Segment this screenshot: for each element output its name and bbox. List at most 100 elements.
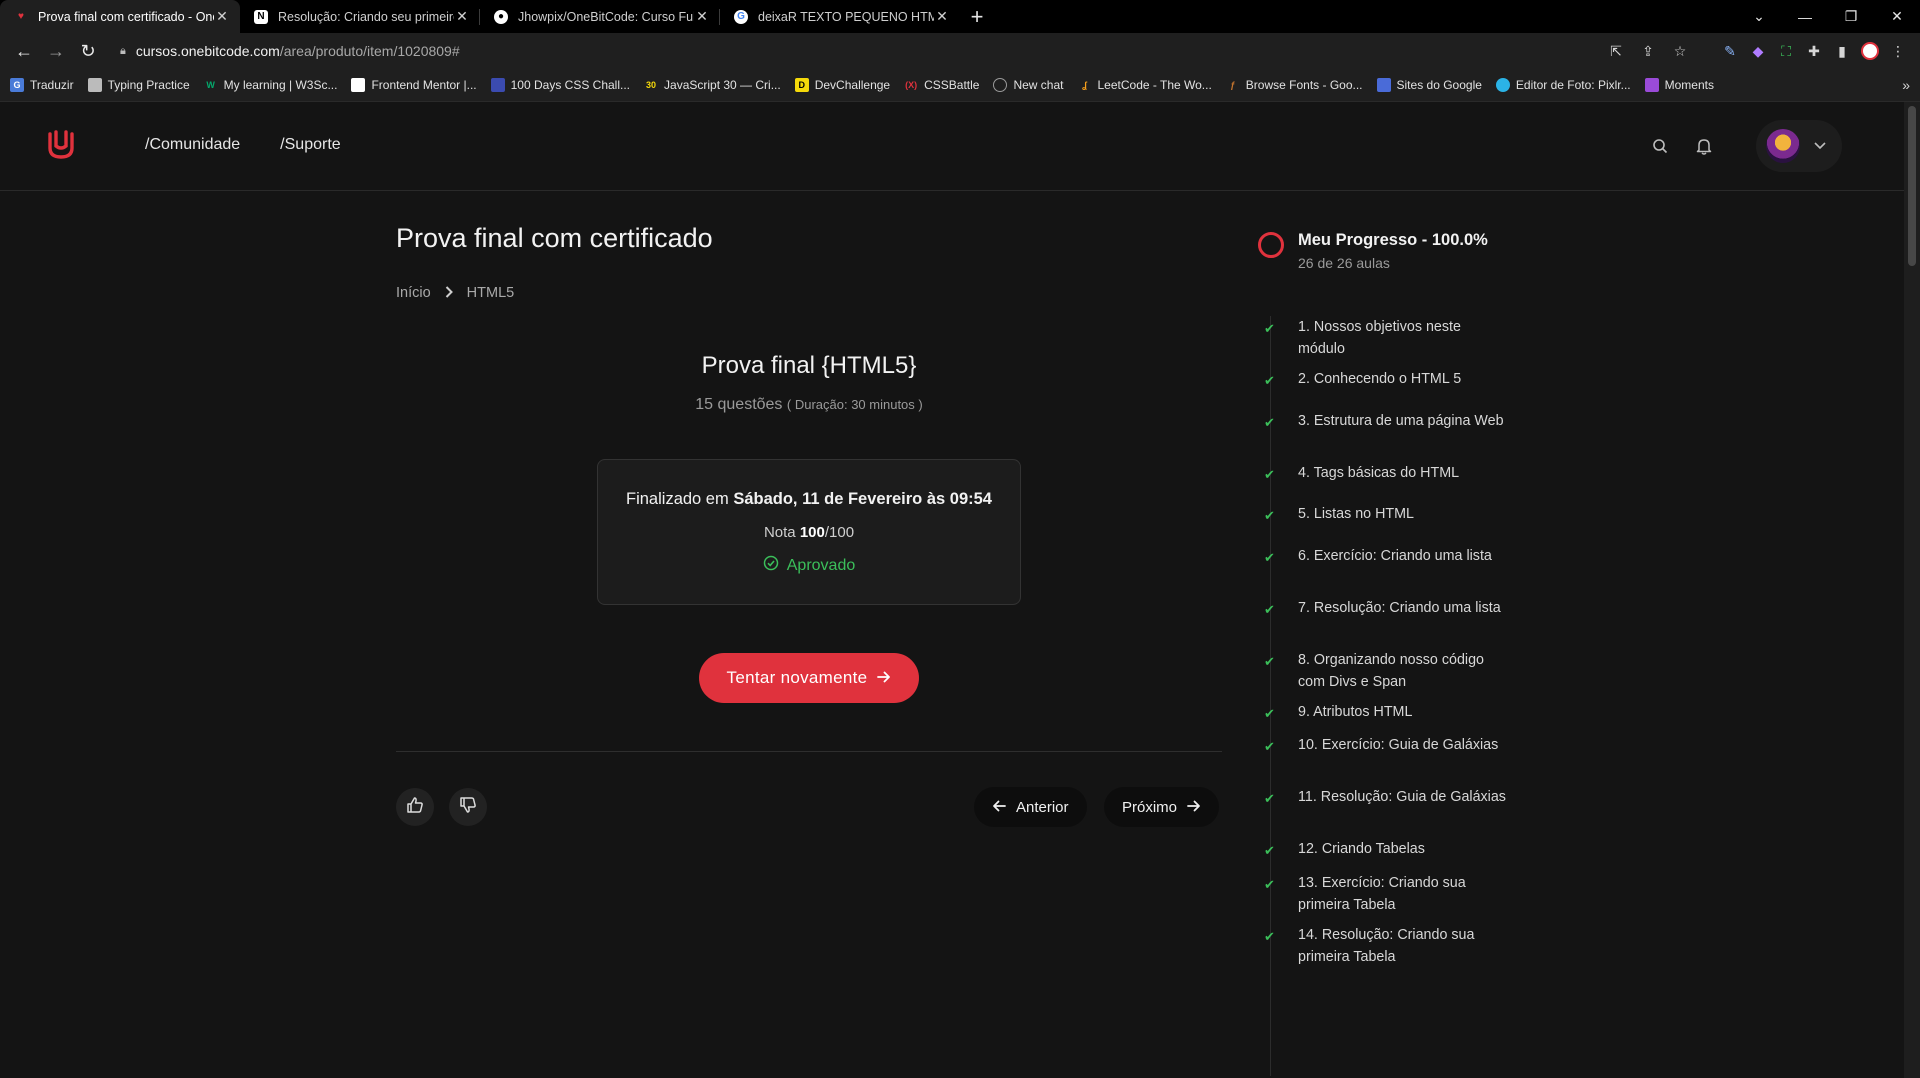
like-button[interactable] <box>396 788 434 826</box>
pen-extension-icon[interactable]: ✎ <box>1716 37 1744 65</box>
forward-icon[interactable]: → <box>40 36 72 66</box>
close-tab-icon[interactable]: ✕ <box>214 8 230 25</box>
bookmark-item[interactable]: D DevChallenge <box>794 78 890 92</box>
side-panel-icon[interactable]: ▮ <box>1828 37 1856 65</box>
list-item[interactable]: ✔ 14. Resolução: Criando sua primeira Tab… <box>1258 925 1518 968</box>
previous-button[interactable]: Anterior <box>974 787 1087 827</box>
list-item[interactable]: ✔ 6. Exercício: Criando uma lista <box>1258 546 1518 568</box>
list-item[interactable]: ✔ 13. Exercício: Criando sua primeira Tab… <box>1258 873 1518 916</box>
nav-suporte[interactable]: /Suporte <box>280 136 340 154</box>
check-icon: ✔ <box>1264 550 1275 565</box>
chatgpt-icon <box>993 78 1008 92</box>
next-button[interactable]: Próximo <box>1104 787 1220 827</box>
screenshot-extension-icon[interactable]: ⛶ <box>1772 37 1800 65</box>
browser-tab[interactable]: G deixaR TEXTO PEQUENO HTML - ✕ <box>720 0 960 33</box>
search-icon[interactable] <box>1648 134 1672 158</box>
breadcrumb-inicio[interactable]: Início <box>396 285 431 301</box>
list-item[interactable]: ✔ 10. Exercício: Guia de Galáxias <box>1258 735 1518 757</box>
check-icon: ✔ <box>1264 321 1275 336</box>
bookmark-item[interactable]: ʆ LeetCode - The Wo... <box>1078 78 1212 92</box>
leetcode-icon: ʆ <box>1082 80 1087 90</box>
list-item[interactable]: ✔ 2. Conhecendo o HTML 5 <box>1258 369 1518 391</box>
purple-extension-icon[interactable]: ◆ <box>1744 37 1772 65</box>
bookmark-item[interactable]: (X) CSSBattle <box>904 78 979 92</box>
list-item[interactable]: ✔ 9. Atributos HTML <box>1258 702 1518 724</box>
close-window-icon[interactable]: ✕ <box>1874 0 1920 33</box>
breadcrumb-html5[interactable]: HTML5 <box>467 285 515 301</box>
bookmark-label: LeetCode - The Wo... <box>1097 78 1212 92</box>
new-tab-button[interactable]: + <box>960 0 994 33</box>
profile-avatar-icon[interactable] <box>1856 37 1884 65</box>
progress-summary: Meu Progresso - 100.0% 26 de 26 aulas <box>1258 231 1488 271</box>
onebitcode-logo-icon[interactable] <box>46 128 76 160</box>
lesson-title: 4. Tags básicas do HTML <box>1298 465 1460 481</box>
list-item[interactable]: ✔ 7. Resolução: Criando uma lista <box>1258 598 1518 620</box>
bookmark-item[interactable]: Editor de Foto: Pixlr... <box>1495 78 1631 92</box>
browser-tabstrip: ♥ Prova final com certificado - One ✕ N … <box>0 0 1920 33</box>
lock-icon[interactable]: 🔒︎ <box>120 45 126 58</box>
url-host: cursos.onebitcode.com <box>135 43 280 59</box>
list-item[interactable]: ✔ 8. Organizando nosso código com Divs e … <box>1258 650 1518 693</box>
share-icon[interactable]: ⇪ <box>1634 37 1662 65</box>
bookmark-label: Typing Practice <box>107 78 190 92</box>
lesson-title: 1. Nossos objetivos neste módulo <box>1298 319 1461 357</box>
bookmark-item[interactable]: W My learning | W3Sc... <box>204 78 337 92</box>
bookmarks-overflow-button[interactable]: » <box>1902 77 1910 93</box>
reload-icon[interactable]: ↻ <box>72 36 104 66</box>
bookmark-label: Sites do Google <box>1396 78 1482 92</box>
list-item[interactable]: ✔ 1. Nossos objetivos neste módulo <box>1258 317 1518 360</box>
nav-comunidade[interactable]: /Comunidade <box>145 136 240 154</box>
bookmark-item[interactable]: 100 Days CSS Chall... <box>490 78 630 92</box>
status-badge: Aprovado <box>598 555 1020 576</box>
minimize-icon[interactable]: — <box>1782 0 1828 33</box>
next-label: Próximo <box>1122 798 1178 816</box>
close-tab-icon[interactable]: ✕ <box>454 8 470 25</box>
bookmark-item[interactable]: New chat <box>993 78 1064 92</box>
list-item[interactable]: ✔ 12. Criando Tabelas <box>1258 839 1518 861</box>
lesson-title: 13. Exercício: Criando sua primeira Tabe… <box>1298 875 1466 913</box>
list-item[interactable]: ✔ 3. Estrutura de uma página Web <box>1258 411 1518 433</box>
list-item[interactable]: ✔ 4. Tags básicas do HTML <box>1258 463 1518 485</box>
bookmark-item[interactable]: Frontend Mentor |... <box>351 78 477 92</box>
notion-favicon-icon: N <box>254 9 268 24</box>
page-scrollbar[interactable] <box>1904 102 1920 1078</box>
list-item[interactable]: ✔ 5. Listas no HTML <box>1258 504 1518 526</box>
user-menu-button[interactable] <box>1756 120 1842 172</box>
javascript30-icon: 30 <box>646 80 657 90</box>
address-bar[interactable]: 🔒︎ cursos.onebitcode.com/area/produto/it… <box>110 36 1704 66</box>
breadcrumb: Início HTML5 <box>396 285 514 301</box>
extensions-puzzle-icon[interactable]: ✚ <box>1800 37 1828 65</box>
browser-tab[interactable]: N Resolução: Criando seu primeiro ✕ <box>240 0 480 33</box>
list-item[interactable]: ✔ 11. Resolução: Guia de Galáxias <box>1258 787 1518 809</box>
lesson-title: 12. Criando Tabelas <box>1298 841 1425 857</box>
lesson-title: 11. Resolução: Guia de Galáxias <box>1298 789 1506 805</box>
browser-tab[interactable]: ♥ Prova final com certificado - One ✕ <box>0 0 240 33</box>
open-in-app-icon[interactable]: ⇱ <box>1602 37 1630 65</box>
arrow-left-icon <box>992 799 1006 816</box>
bookmark-item[interactable]: Sites do Google <box>1376 78 1482 92</box>
close-tab-icon[interactable]: ✕ <box>934 8 950 25</box>
bookmark-label: Moments <box>1664 78 1714 92</box>
translate-icon: G <box>10 78 24 92</box>
tab-search-icon[interactable]: ⌄ <box>1736 0 1782 33</box>
scrollbar-thumb[interactable] <box>1908 106 1916 266</box>
close-tab-icon[interactable]: ✕ <box>694 8 710 25</box>
dislike-button[interactable] <box>449 788 487 826</box>
exam-duration: ( Duração: 30 minutos ) <box>786 397 923 412</box>
notification-bell-icon[interactable] <box>1692 134 1716 158</box>
bookmark-item[interactable]: 30 JavaScript 30 — Cri... <box>644 78 781 92</box>
bookmark-item[interactable]: Moments <box>1644 78 1714 92</box>
retry-exam-button[interactable]: Tentar novamente <box>699 653 919 703</box>
bookmark-star-icon[interactable]: ☆ <box>1666 37 1694 65</box>
cssbattle-icon: (X) <box>905 80 918 90</box>
browser-tab[interactable]: ● Jhowpix/OneBitCode: Curso FullS ✕ <box>480 0 720 33</box>
back-icon[interactable]: ← <box>8 36 40 66</box>
browser-menu-icon[interactable]: ⋮ <box>1884 37 1912 65</box>
check-circle-icon <box>763 555 779 576</box>
bookmark-item[interactable]: Typing Practice <box>87 78 190 92</box>
bookmark-item[interactable]: ƒ Browse Fonts - Goo... <box>1226 78 1362 92</box>
restore-icon[interactable]: ❐ <box>1828 0 1874 33</box>
check-icon: ✔ <box>1264 843 1275 858</box>
bookmark-item[interactable]: G Traduzir <box>10 78 74 92</box>
check-icon: ✔ <box>1264 373 1275 388</box>
